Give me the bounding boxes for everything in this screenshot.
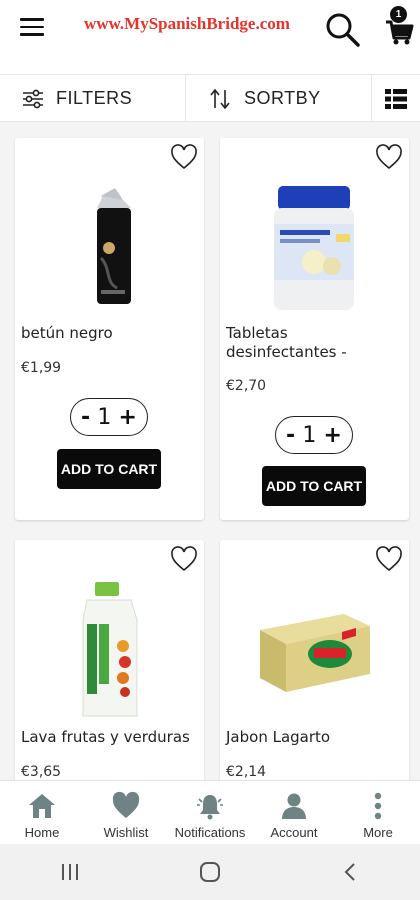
wishlist-heart-icon[interactable]: [375, 144, 403, 170]
product-name[interactable]: betún negro: [21, 324, 197, 343]
product-price: €1,99: [21, 360, 62, 376]
product-price: €2,70: [226, 378, 267, 394]
quantity-value: 1: [302, 422, 317, 448]
search-icon[interactable]: [324, 11, 362, 49]
product-name[interactable]: Lava frutas y verduras: [21, 728, 197, 747]
add-to-cart-button[interactable]: ADD TO CART: [262, 466, 366, 506]
sort-by-button[interactable]: SORTBY: [186, 75, 372, 122]
system-navigation-bar: [0, 844, 420, 900]
product-image-shoe-polish[interactable]: [39, 178, 179, 318]
hamburger-menu-icon[interactable]: [20, 18, 46, 40]
home-button-icon[interactable]: [180, 852, 240, 892]
product-grid: betún negro €1,99 - 1 + ADD TO CART Tabl…: [0, 122, 420, 780]
sort-by-label: SORTBY: [244, 88, 321, 108]
product-image-disinfectant-tablets[interactable]: [244, 178, 384, 318]
nav-wishlist-label: Wishlist: [103, 825, 149, 840]
wishlist-heart-icon[interactable]: [375, 546, 403, 572]
increase-qty-button[interactable]: +: [324, 423, 342, 448]
person-icon: [282, 793, 306, 819]
quantity-value: 1: [97, 404, 112, 430]
recent-apps-icon[interactable]: [40, 852, 100, 892]
increase-qty-button[interactable]: +: [119, 405, 137, 430]
product-card[interactable]: betún negro €1,99 - 1 + ADD TO CART: [15, 138, 204, 520]
nav-home-label: Home: [24, 825, 60, 840]
product-card[interactable]: Tabletas desinfectantes - €2,70 - 1 + AD…: [220, 138, 409, 520]
wishlist-heart-icon[interactable]: [170, 546, 198, 572]
product-price: €3,65: [21, 764, 62, 780]
product-name[interactable]: Jabon Lagarto: [226, 728, 402, 747]
bottom-navigation: Home Wishlist Notifications Account More: [0, 780, 420, 844]
decrease-qty-button[interactable]: -: [81, 405, 90, 430]
quantity-stepper: - 1 +: [70, 398, 148, 436]
nav-wishlist[interactable]: Wishlist: [84, 781, 168, 844]
quantity-stepper: - 1 +: [275, 416, 353, 454]
nav-more-label: More: [363, 825, 393, 840]
product-image-fruit-wash[interactable]: [39, 580, 179, 720]
filters-button[interactable]: FILTERS: [0, 75, 186, 122]
filters-label: FILTERS: [56, 88, 133, 108]
list-view-icon[interactable]: [372, 75, 420, 122]
sort-arrows-icon: [210, 88, 230, 109]
nav-home[interactable]: Home: [0, 781, 84, 844]
wishlist-heart-icon[interactable]: [170, 144, 198, 170]
product-image-lagarto-soap[interactable]: [244, 580, 384, 720]
filter-sort-bar: FILTERS SORTBY: [0, 74, 420, 122]
app: www.MySpanishBridge.com 1 FILTERS SORTBY…: [0, 0, 420, 900]
cart-button[interactable]: 1: [384, 6, 414, 46]
back-icon[interactable]: [320, 852, 380, 892]
brand-title: www.MySpanishBridge.com: [84, 14, 290, 33]
nav-account-label: Account: [270, 825, 318, 840]
sliders-icon: [23, 89, 43, 108]
nav-more[interactable]: More: [336, 781, 420, 844]
nav-notifications[interactable]: Notifications: [168, 781, 252, 844]
product-price: €2,14: [226, 764, 267, 780]
product-card[interactable]: Jabon Lagarto €2,14: [220, 540, 409, 780]
top-app-bar: www.MySpanishBridge.com 1: [0, 0, 420, 58]
nav-notifications-label: Notifications: [174, 825, 246, 840]
home-icon: [29, 794, 55, 818]
product-card[interactable]: Lava frutas y verduras €3,65: [15, 540, 204, 780]
bell-icon: [197, 795, 223, 820]
product-name[interactable]: Tabletas desinfectantes -: [226, 324, 402, 362]
heart-icon: [112, 791, 140, 818]
cart-count-badge: 1: [390, 6, 407, 23]
nav-account[interactable]: Account: [252, 781, 336, 844]
add-to-cart-button[interactable]: ADD TO CART: [57, 449, 161, 489]
decrease-qty-button[interactable]: -: [286, 423, 295, 448]
more-vertical-icon: [374, 792, 382, 820]
